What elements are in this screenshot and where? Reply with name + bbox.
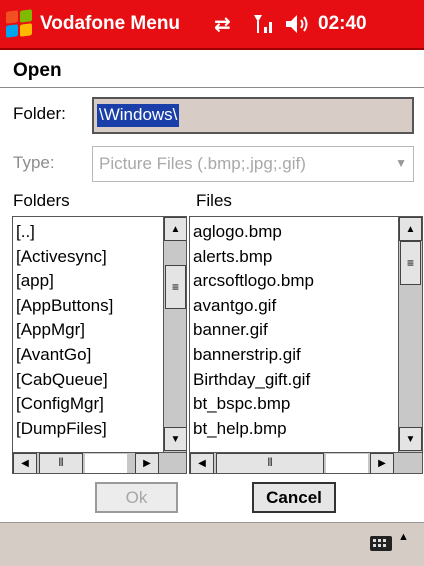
files-label: Files: [196, 191, 232, 210]
folder-input-value: \Windows\: [97, 104, 180, 127]
list-item[interactable]: aglogo.bmp: [193, 220, 314, 245]
list-item[interactable]: arcsoftlogo.bmp: [193, 269, 314, 294]
app-title[interactable]: Vodafone Menu: [40, 13, 180, 35]
list-item[interactable]: alerts.bmp: [193, 245, 314, 270]
horizontal-scroll-thumb[interactable]: ⦀: [216, 453, 324, 473]
chevron-down-icon[interactable]: ▼: [395, 156, 407, 170]
list-item[interactable]: [DumpFiles]: [16, 417, 113, 442]
dialog-heading: Open: [0, 52, 424, 88]
dialog-title: Open: [13, 60, 62, 81]
list-item[interactable]: [..]: [16, 220, 113, 245]
folders-horizontal-scrollbar[interactable]: ◀ ⦀ ▶: [13, 452, 186, 473]
scroll-down-icon[interactable]: ▼: [164, 427, 186, 451]
scroll-track: [326, 454, 368, 473]
horizontal-scroll-thumb[interactable]: ⦀: [39, 453, 83, 473]
scroll-down-icon[interactable]: ▼: [399, 427, 422, 451]
connectivity-icon[interactable]: ⇄: [214, 12, 231, 37]
type-dropdown[interactable]: Picture Files (.bmp;.jpg;.gif) ▼: [92, 146, 414, 182]
scroll-right-icon[interactable]: ▶: [135, 453, 159, 473]
folder-input[interactable]: \Windows\: [92, 97, 414, 134]
scroll-left-icon[interactable]: ◀: [13, 453, 37, 473]
list-item[interactable]: bannerstrip.gif: [193, 343, 314, 368]
folders-vertical-scrollbar[interactable]: ▲ ≡ ▼: [163, 217, 186, 452]
input-panel-arrow-icon[interactable]: ▲: [398, 531, 409, 543]
scroll-track: [85, 454, 127, 473]
files-vertical-scrollbar[interactable]: ▲ ≡ ▼: [398, 217, 422, 452]
list-item[interactable]: Birthday_gift.gif: [193, 368, 314, 393]
list-item[interactable]: [AvantGo]: [16, 343, 113, 368]
scroll-up-icon[interactable]: ▲: [164, 217, 186, 241]
list-item[interactable]: bt_bspc.bmp: [193, 392, 314, 417]
list-item[interactable]: bt_help.bmp: [193, 417, 314, 442]
list-item[interactable]: [AppMgr]: [16, 318, 113, 343]
scroll-left-icon[interactable]: ◀: [190, 453, 214, 473]
list-item[interactable]: [CabQueue]: [16, 368, 113, 393]
folders-list[interactable]: [..] [Activesync] [app] [AppButtons] [Ap…: [12, 216, 187, 474]
list-item[interactable]: banner.gif: [193, 318, 314, 343]
scroll-up-icon[interactable]: ▲: [399, 217, 422, 241]
signal-icon[interactable]: [252, 12, 276, 42]
folders-items: [..] [Activesync] [app] [AppButtons] [Ap…: [16, 220, 113, 441]
type-dropdown-value: Picture Files (.bmp;.jpg;.gif): [99, 154, 306, 173]
files-horizontal-scrollbar[interactable]: ◀ ⦀ ▶: [190, 452, 422, 473]
list-item[interactable]: [app]: [16, 269, 113, 294]
title-bar: Vodafone Menu ⇄ 02:40: [0, 0, 424, 50]
files-items: aglogo.bmp alerts.bmp arcsoftlogo.bmp av…: [193, 220, 314, 441]
cancel-button[interactable]: Cancel: [252, 482, 336, 513]
keyboard-icon[interactable]: [370, 536, 392, 551]
scroll-thumb[interactable]: ≡: [165, 265, 186, 309]
list-item[interactable]: [Activesync]: [16, 245, 113, 270]
volume-icon[interactable]: [284, 12, 312, 42]
bottom-taskbar: [0, 522, 424, 566]
ok-button[interactable]: Ok: [95, 482, 178, 513]
clock[interactable]: 02:40: [318, 13, 367, 35]
folders-label: Folders: [13, 191, 70, 210]
files-list[interactable]: aglogo.bmp alerts.bmp arcsoftlogo.bmp av…: [189, 216, 423, 474]
folder-label: Folder:: [13, 104, 66, 123]
windows-start-icon[interactable]: [6, 9, 34, 39]
scroll-thumb[interactable]: ≡: [400, 241, 421, 285]
type-label: Type:: [13, 153, 55, 172]
scroll-right-icon[interactable]: ▶: [370, 453, 394, 473]
list-item[interactable]: [AppButtons]: [16, 294, 113, 319]
list-item[interactable]: avantgo.gif: [193, 294, 314, 319]
list-item[interactable]: [ConfigMgr]: [16, 392, 113, 417]
